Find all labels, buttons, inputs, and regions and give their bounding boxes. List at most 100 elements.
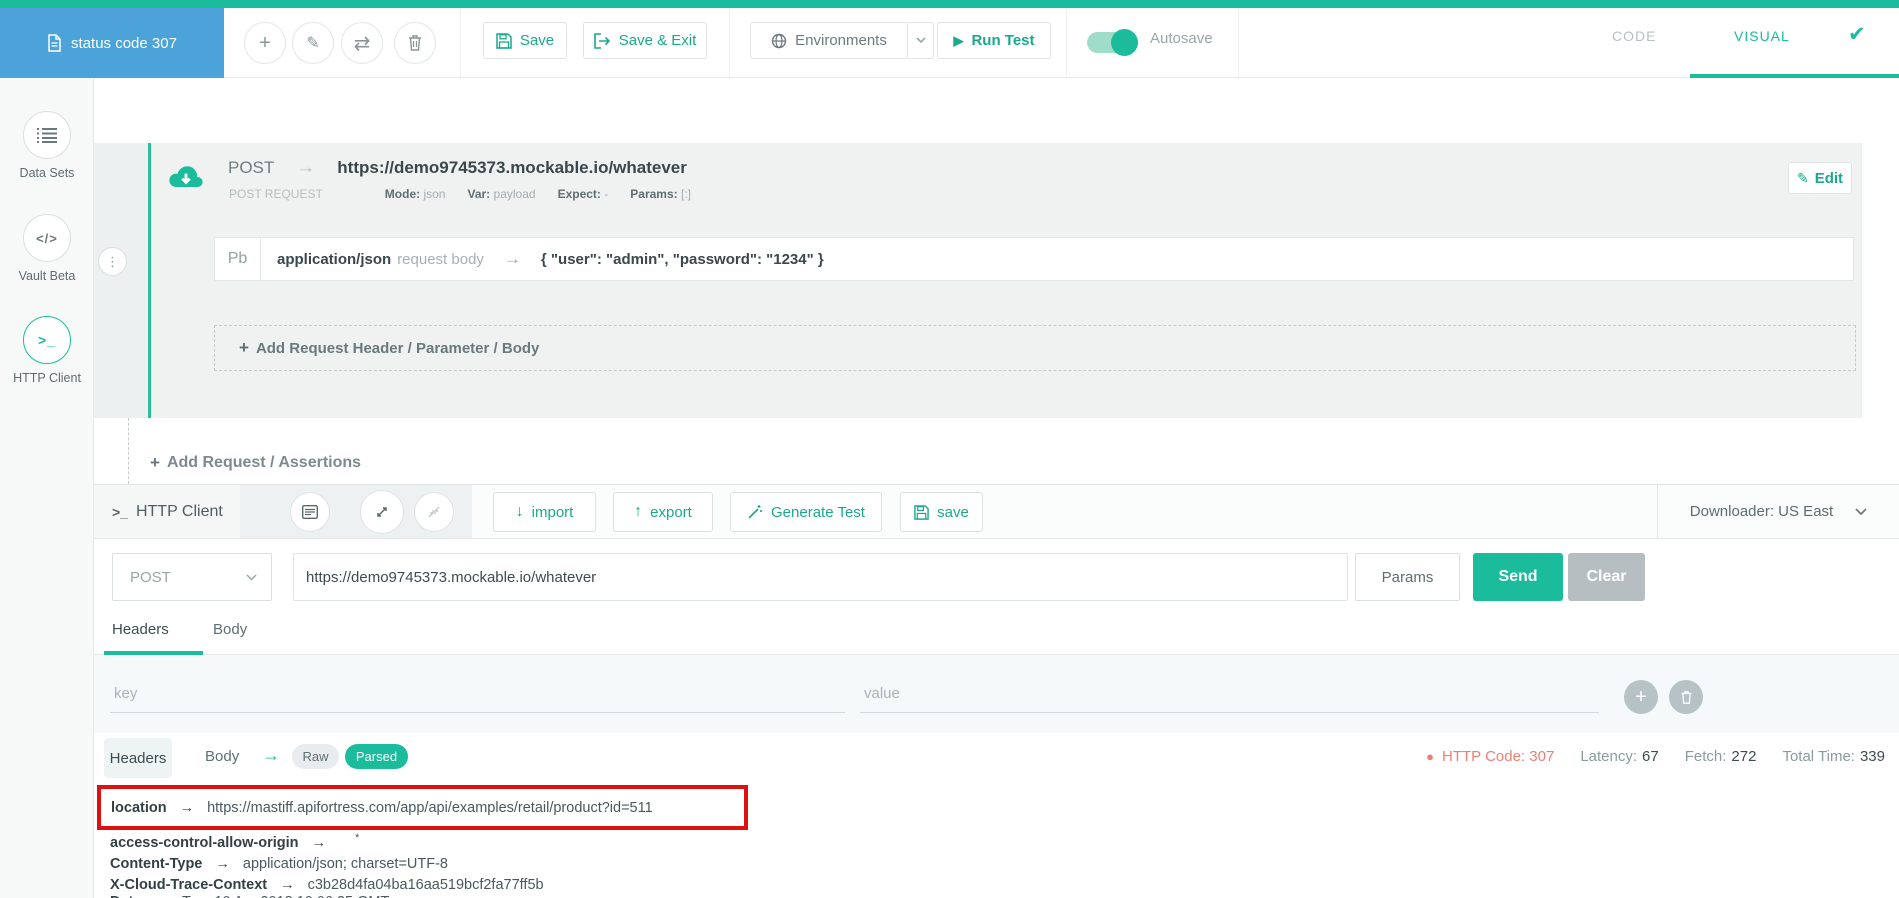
collapse-icon: [426, 504, 442, 520]
response-header-row: access-control-allow-origin → *: [110, 833, 359, 853]
add-component-button[interactable]: +: [244, 22, 286, 64]
arrow-icon: →: [215, 856, 230, 872]
chevron-down-icon: [1855, 508, 1867, 516]
response-header-row: Content-Type → application/json; charset…: [110, 854, 448, 874]
autosave-toggle[interactable]: [1087, 32, 1135, 53]
generate-test-label: Generate Test: [771, 504, 865, 521]
floppy-icon: [496, 33, 512, 49]
plus-icon: +: [259, 32, 271, 55]
meta-label: Var:: [467, 187, 490, 201]
edit-request-button[interactable]: ✎ Edit: [1788, 162, 1852, 194]
header-name: location: [111, 800, 167, 816]
response-headers-list: location → https://mastiff.apifortress.c…: [94, 780, 1899, 898]
url-input[interactable]: [293, 553, 1348, 601]
environments-dropdown-chevron[interactable]: [908, 22, 934, 59]
plus-icon: +: [1635, 686, 1647, 709]
request-block-accent-line: [148, 143, 151, 418]
delete-header-row-button[interactable]: [1669, 680, 1703, 714]
save-label: Save: [520, 32, 554, 49]
tab-code[interactable]: CODE: [1612, 28, 1656, 44]
console-view-button[interactable]: [290, 492, 330, 532]
request-block-gutter: [94, 143, 148, 418]
meta-label: Params:: [630, 187, 677, 201]
run-test-button[interactable]: ▶ Run Test: [937, 22, 1051, 59]
export-button[interactable]: ↑ export: [613, 492, 713, 532]
request-meta-row: POST REQUEST Mode: json Var: payload Exp…: [229, 187, 713, 201]
test-name-tab[interactable]: status code 307: [0, 8, 224, 78]
visual-tab-underline: [1690, 74, 1899, 78]
sidebar-item-vault[interactable]: </> Vault Beta: [0, 214, 94, 283]
save-exit-button[interactable]: Save & Exit: [583, 22, 707, 59]
header-key-input[interactable]: [110, 675, 845, 713]
swap-arrows-icon: ⇄: [354, 31, 371, 56]
request-tabs: Headers Body: [94, 610, 1899, 655]
sidebar-item-data-sets[interactable]: Data Sets: [0, 111, 94, 180]
confirm-check-icon[interactable]: ✔: [1848, 22, 1866, 47]
meta-value: [:]: [681, 187, 691, 201]
http-client-title-label: HTTP Client: [136, 503, 223, 521]
arrow-icon: →: [312, 835, 327, 851]
delete-button[interactable]: [394, 22, 436, 64]
http-client-toolbar: >_ HTTP Client ↓ import ↑ export: [94, 484, 1899, 539]
generate-test-button[interactable]: Generate Test: [730, 492, 882, 532]
http-client-request-row: POST Params Send Clear: [94, 540, 1899, 610]
parsed-toggle[interactable]: Parsed: [345, 744, 408, 769]
add-request-header-button[interactable]: + Add Request Header / Parameter / Body: [214, 325, 1856, 371]
reorder-button[interactable]: ⇄: [341, 22, 383, 64]
sidebar-item-http-client[interactable]: >_ HTTP Client: [0, 316, 94, 385]
sidebar-item-label: HTTP Client: [13, 371, 81, 385]
component-menu-button[interactable]: ⋮: [98, 247, 127, 276]
save-request-button[interactable]: save: [900, 492, 983, 532]
http-client-title: >_ HTTP Client: [112, 485, 223, 538]
request-body-row[interactable]: Pb application/json request body → { "us…: [214, 237, 1854, 281]
send-button[interactable]: Send: [1473, 553, 1563, 601]
environments-label: Environments: [795, 32, 887, 49]
save-request-label: save: [937, 504, 969, 521]
header-value: https://mastiff.apifortress.com/app/api/…: [207, 800, 653, 816]
tab-request-headers[interactable]: Headers: [112, 621, 169, 638]
status-dot-icon: ●: [1426, 749, 1434, 764]
export-label: export: [650, 504, 692, 521]
tab-visual[interactable]: VISUAL: [1734, 28, 1790, 44]
collapse-panel-button[interactable]: [414, 492, 454, 532]
pencil-icon: ✎: [1797, 170, 1809, 187]
downloader-select[interactable]: Downloader: US East: [1657, 485, 1899, 538]
tab-response-headers[interactable]: Headers: [104, 738, 172, 778]
chevron-down-icon: [246, 574, 257, 581]
body-value: { "user": "admin", "password": "1234" }: [541, 251, 824, 268]
wand-icon: [747, 504, 763, 520]
add-request-assertions-button[interactable]: + Add Request / Assertions: [150, 448, 361, 478]
http-code-value: 307: [1529, 748, 1554, 765]
topbar-divider: [460, 8, 461, 77]
method-select[interactable]: POST: [112, 553, 272, 601]
add-header-row-button[interactable]: +: [1624, 680, 1658, 714]
tab-request-body[interactable]: Body: [213, 621, 247, 638]
latency-label: Latency:: [1580, 748, 1637, 765]
clear-button[interactable]: Clear: [1568, 553, 1645, 601]
params-button[interactable]: Params: [1355, 553, 1460, 601]
topbar: status code 307 + ✎ ⇄ Save Save & Exit: [0, 0, 1899, 78]
terminal-icon: >_: [112, 504, 128, 520]
save-button[interactable]: Save: [483, 22, 567, 59]
edit-label: Edit: [1815, 170, 1843, 187]
post-request-block: ⋮ POST → https://demo9745373.mockable.io…: [94, 143, 1862, 418]
topbar-divider: [1238, 8, 1239, 77]
import-button[interactable]: ↓ import: [493, 492, 596, 532]
floppy-icon: [914, 505, 929, 520]
environments-button[interactable]: Environments: [750, 22, 908, 59]
expand-panel-button[interactable]: [360, 490, 404, 534]
meta-value: payload: [494, 187, 536, 201]
expand-icon: [374, 504, 390, 520]
latency-value: 67: [1642, 748, 1659, 765]
plus-icon: +: [239, 338, 249, 358]
header-value-input[interactable]: [860, 675, 1599, 713]
save-exit-label: Save & Exit: [619, 32, 697, 49]
header-key-value-row: +: [94, 655, 1899, 733]
edit-test-button[interactable]: ✎: [292, 22, 334, 64]
raw-toggle[interactable]: Raw: [292, 744, 339, 769]
tab-response-body[interactable]: Body: [205, 748, 239, 765]
sidebar-item-label: Vault Beta: [19, 269, 76, 283]
app-root: status code 307 + ✎ ⇄ Save Save & Exit: [0, 0, 1899, 898]
header-value: *: [355, 832, 359, 844]
body-content-type: application/json: [277, 251, 391, 268]
